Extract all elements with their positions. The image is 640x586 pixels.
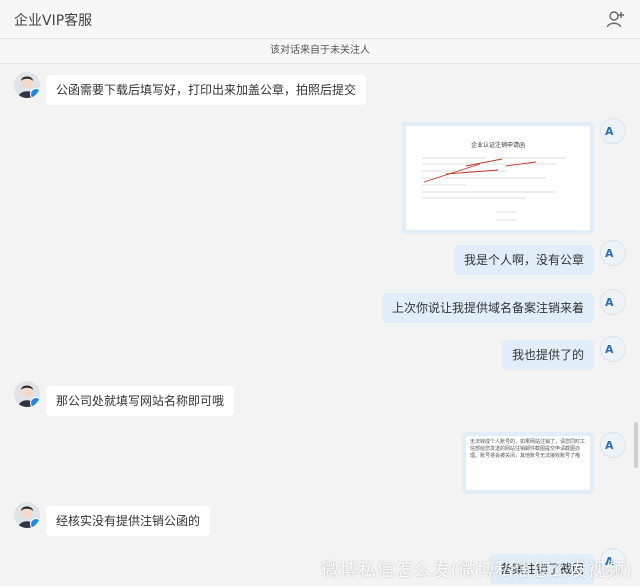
message-bubble: 那公司处就填写网站名称即可哦 <box>46 386 235 416</box>
agent-avatar <box>14 502 40 528</box>
message-bubble: 我也提供了的 <box>501 340 594 370</box>
watermark-text: 微博私信怎么发(微博私信怎么发视频) <box>320 560 632 581</box>
user-avatar: A <box>600 289 626 315</box>
svg-text:A: A <box>605 343 614 356</box>
agent-avatar <box>14 72 40 98</box>
message-bubble: 公函需要下载后填写好，打印出来加盖公章，拍照后提交 <box>46 75 367 105</box>
message-bubble: 经核实没有提供注销公函的 <box>46 506 211 536</box>
scrollbar-thumb[interactable] <box>634 422 638 468</box>
verified-badge-icon <box>30 397 40 407</box>
add-contact-icon[interactable] <box>606 9 626 29</box>
message-bubble: 我是个人啊，没有公章 <box>453 245 594 275</box>
chat-header: 企业VIP客服 <box>0 0 640 39</box>
notice-bar: 该对话来自于未关注人 <box>0 39 640 64</box>
chat-title: 企业VIP客服 <box>14 13 93 29</box>
screenshot-text: 无法转成个人账号的，如果网站注销了，请您同时工信部给您发送的网站注销邮件截图提交… <box>470 439 586 459</box>
svg-text:A: A <box>605 439 614 452</box>
screenshot-image[interactable]: 无法转成个人账号的，如果网站注销了，请您同时工信部给您发送的网站注销邮件截图提交… <box>462 432 594 494</box>
user-avatar: A <box>600 118 626 144</box>
agent-avatar <box>14 381 40 407</box>
user-avatar: A <box>600 336 626 362</box>
document-image[interactable]: 企业认证注销申请函 <box>402 122 594 234</box>
verified-badge-icon <box>30 88 40 98</box>
svg-text:A: A <box>605 296 614 309</box>
message-bubble: 上次你说让我提供域名备案注销来着 <box>381 293 594 323</box>
verified-badge-icon <box>30 518 40 528</box>
user-avatar: A <box>600 240 626 266</box>
svg-text:A: A <box>605 247 614 260</box>
svg-text:A: A <box>605 125 614 138</box>
user-avatar: A <box>600 432 626 458</box>
